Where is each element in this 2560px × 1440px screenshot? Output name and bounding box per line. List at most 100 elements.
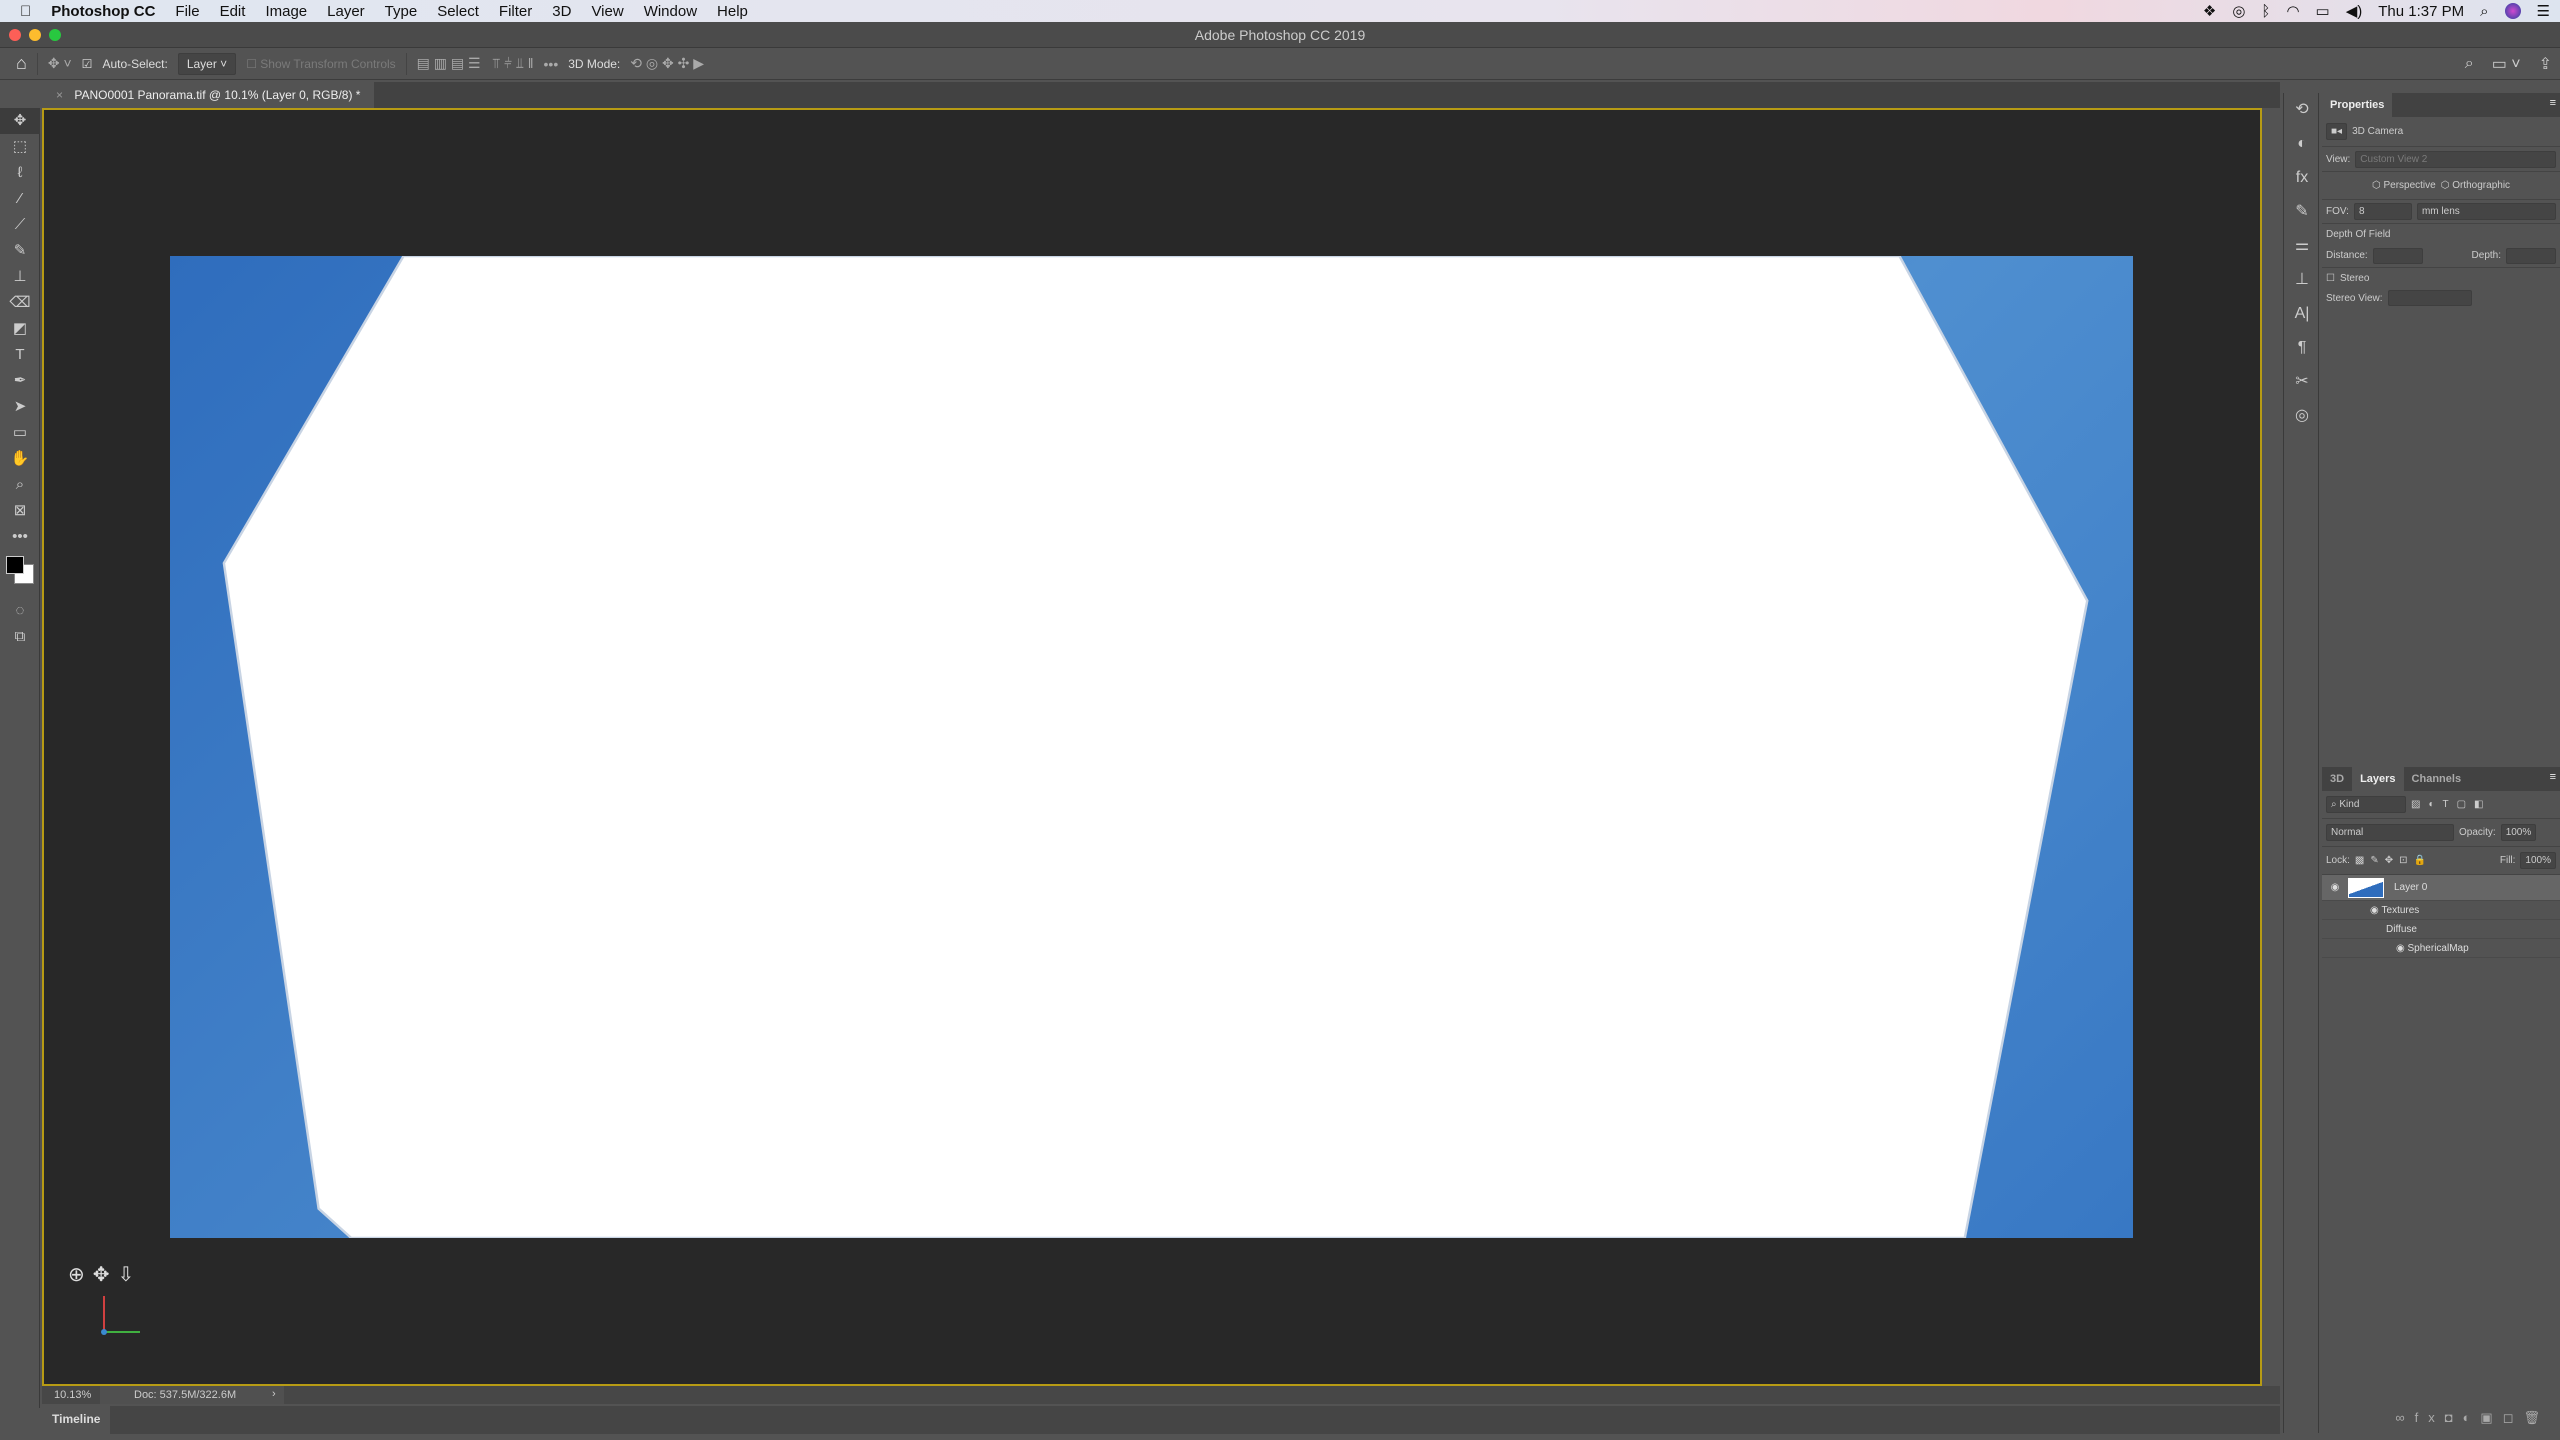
stereo-checkbox[interactable]: ☐ (2326, 273, 2335, 284)
hand-tool-icon[interactable]: ✋ (0, 446, 40, 472)
visibility-eye-icon[interactable]: ◉ (2396, 943, 2408, 954)
visibility-eye-icon[interactable]: ◉ (2370, 905, 2382, 916)
bluetooth-icon[interactable]: ᛒ (2261, 3, 2270, 20)
menu-type[interactable]: Type (375, 3, 428, 20)
rectangle-tool-icon[interactable]: ▭ (0, 420, 40, 446)
notification-center-icon[interactable]: ☰ (2537, 2, 2550, 20)
menu-edit[interactable]: Edit (210, 3, 256, 20)
zoom-tool-icon[interactable]: ⌕ (0, 472, 40, 498)
visibility-eye-icon[interactable]: ◉ (2322, 882, 2348, 893)
properties-tab[interactable]: Properties (2322, 93, 2393, 117)
home-icon[interactable]: ⌂ (16, 53, 27, 74)
auto-select-dropdown[interactable]: Layer ˅ (177, 52, 237, 75)
paint-bucket-tool-icon[interactable]: ◩ (0, 316, 40, 342)
layer-filter-dropdown[interactable]: ⌕ Kind (2326, 796, 2406, 813)
magic-wand-tool-icon[interactable]: ⁄ (0, 186, 40, 212)
path-selection-tool-icon[interactable]: ➤ (0, 394, 40, 420)
zoom-window-button[interactable] (49, 29, 61, 41)
share-icon[interactable]: ⇪ (2539, 54, 2552, 74)
stamp-tool-icon[interactable]: ⊥ (0, 264, 40, 290)
styles-fx-icon[interactable]: fx (2284, 161, 2320, 195)
search-icon[interactable]: ⌕ (2465, 55, 2474, 73)
more-tools-icon[interactable]: ••• (0, 524, 40, 550)
layer-row[interactable]: Diffuse (2322, 920, 2560, 939)
brush-tool-icon[interactable]: ✎ (0, 238, 40, 264)
marquee-tool-icon[interactable]: ⬚ (0, 134, 40, 160)
creative-cloud-icon[interactable]: ◎ (2232, 2, 2245, 20)
volume-icon[interactable]: ◀) (2346, 2, 2363, 20)
menu-layer[interactable]: Layer (317, 3, 375, 20)
airplay-icon[interactable]: ▭ (2316, 2, 2330, 20)
layers-footer-buttons[interactable]: ∞fx◘◐▣◻🗑 (2322, 1410, 2560, 1434)
minimize-window-button[interactable] (29, 29, 41, 41)
menu-3d[interactable]: 3D (542, 3, 581, 20)
menu-image[interactable]: Image (255, 3, 317, 20)
frame-tool-icon[interactable]: ⊠ (0, 498, 40, 524)
3d-axis-gizmo[interactable] (84, 1288, 144, 1348)
show-transform-controls-checkbox[interactable]: ☐ Show Transform Controls (246, 57, 395, 71)
align-icons[interactable]: ▤ ▥ ▤ ☰ ⫪ ⫩ ⫫ ‖ (417, 55, 534, 72)
character-icon[interactable]: A| (2284, 297, 2320, 331)
eyedropper-tool-icon[interactable]: ⟋ (0, 212, 40, 238)
menu-app[interactable]: Photoshop CC (41, 3, 165, 20)
timeline-tab[interactable]: Timeline (42, 1406, 111, 1434)
menu-file[interactable]: File (165, 3, 209, 20)
layer-row[interactable]: ◉ Layer 0 (2322, 875, 2560, 901)
stereo-view-dropdown[interactable] (2387, 290, 2472, 306)
opacity-input[interactable]: 100% (2500, 824, 2537, 841)
clock[interactable]: Thu 1:37 PM (2378, 3, 2464, 20)
layer-row[interactable]: ◉ SphericalMap (2322, 939, 2560, 958)
zoom-level[interactable]: 10.13% (54, 1389, 91, 1401)
adjustments-icon[interactable]: ◐ (2284, 127, 2320, 161)
quick-mask-icon[interactable]: ◌ (0, 598, 40, 624)
tab-channels[interactable]: Channels (2403, 767, 2470, 791)
eraser-tool-icon[interactable]: ⌫ (0, 290, 40, 316)
perspective-button[interactable]: ⬡ Perspective (2372, 180, 2436, 191)
brushes-icon[interactable]: ⚌ (2284, 229, 2320, 263)
blend-mode-dropdown[interactable]: Normal (2326, 824, 2454, 841)
apple-icon[interactable]:  (0, 3, 41, 20)
tab-layers[interactable]: Layers (2352, 767, 2404, 791)
distance-input[interactable] (2372, 247, 2423, 264)
depth-input[interactable] (2506, 247, 2556, 264)
tool-presets-icon[interactable]: ✂ (2284, 365, 2320, 399)
screen-mode-icon[interactable]: ⧉ (0, 624, 40, 650)
siri-icon[interactable] (2504, 3, 2521, 19)
lock-icons[interactable]: ▩✎✥⊡🔒 (2355, 855, 2432, 866)
move-tool-icon[interactable]: ✥ ˅ (48, 55, 72, 72)
tab-3d[interactable]: 3D (2322, 767, 2353, 791)
3d-mode-icons[interactable]: ⟲ ◎ ✥ ✣ ▶ (630, 55, 704, 72)
libraries-icon[interactable]: ◎ (2284, 399, 2320, 433)
panel-menu-icon[interactable]: ≡ (2546, 767, 2560, 791)
workspace-icon[interactable]: ▭ ˅ (2492, 54, 2521, 74)
menu-filter[interactable]: Filter (489, 3, 542, 20)
fill-input[interactable]: 100% (2520, 852, 2556, 869)
auto-select-checkbox[interactable]: ☑ (82, 57, 93, 71)
move-tool-icon[interactable]: ✥ (0, 108, 40, 134)
layer-row[interactable]: ◉ Textures (2322, 901, 2560, 920)
color-swatches[interactable] (0, 550, 39, 598)
document-tab[interactable]: × PANO0001 Panorama.tif @ 10.1% (Layer 0… (42, 82, 375, 108)
close-tab-icon[interactable]: × (56, 88, 63, 102)
paragraph-icon[interactable]: ¶ (2284, 331, 2320, 365)
filter-type-icons[interactable]: ▨◐T▢◧ (2411, 799, 2492, 810)
brush-settings-icon[interactable]: ✎ (2284, 195, 2320, 229)
orthographic-button[interactable]: ⬡ Orthographic (2441, 180, 2510, 191)
menu-select[interactable]: Select (427, 3, 489, 20)
type-tool-icon[interactable]: T (0, 342, 40, 368)
spotlight-icon[interactable]: ⌕ (2480, 3, 2488, 20)
status-menu-arrow[interactable]: › (272, 1388, 276, 1400)
view-dropdown[interactable]: Custom View 2 (2355, 150, 2556, 168)
panel-menu-icon[interactable]: ≡ (2550, 97, 2556, 109)
more-options-icon[interactable]: ••• (544, 56, 559, 72)
menu-help[interactable]: Help (707, 3, 758, 20)
wifi-icon[interactable]: ◠ (2286, 2, 2299, 20)
close-window-button[interactable] (9, 29, 21, 41)
history-icon[interactable]: ⟲ (2284, 93, 2320, 127)
menu-view[interactable]: View (581, 3, 633, 20)
doc-size[interactable]: Doc: 537.5M/322.6M (100, 1386, 284, 1404)
pen-tool-icon[interactable]: ✒ (0, 368, 40, 394)
panorama-image[interactable] (170, 254, 2133, 1240)
fov-input[interactable]: 8 (2353, 203, 2412, 220)
menu-window[interactable]: Window (634, 3, 707, 20)
